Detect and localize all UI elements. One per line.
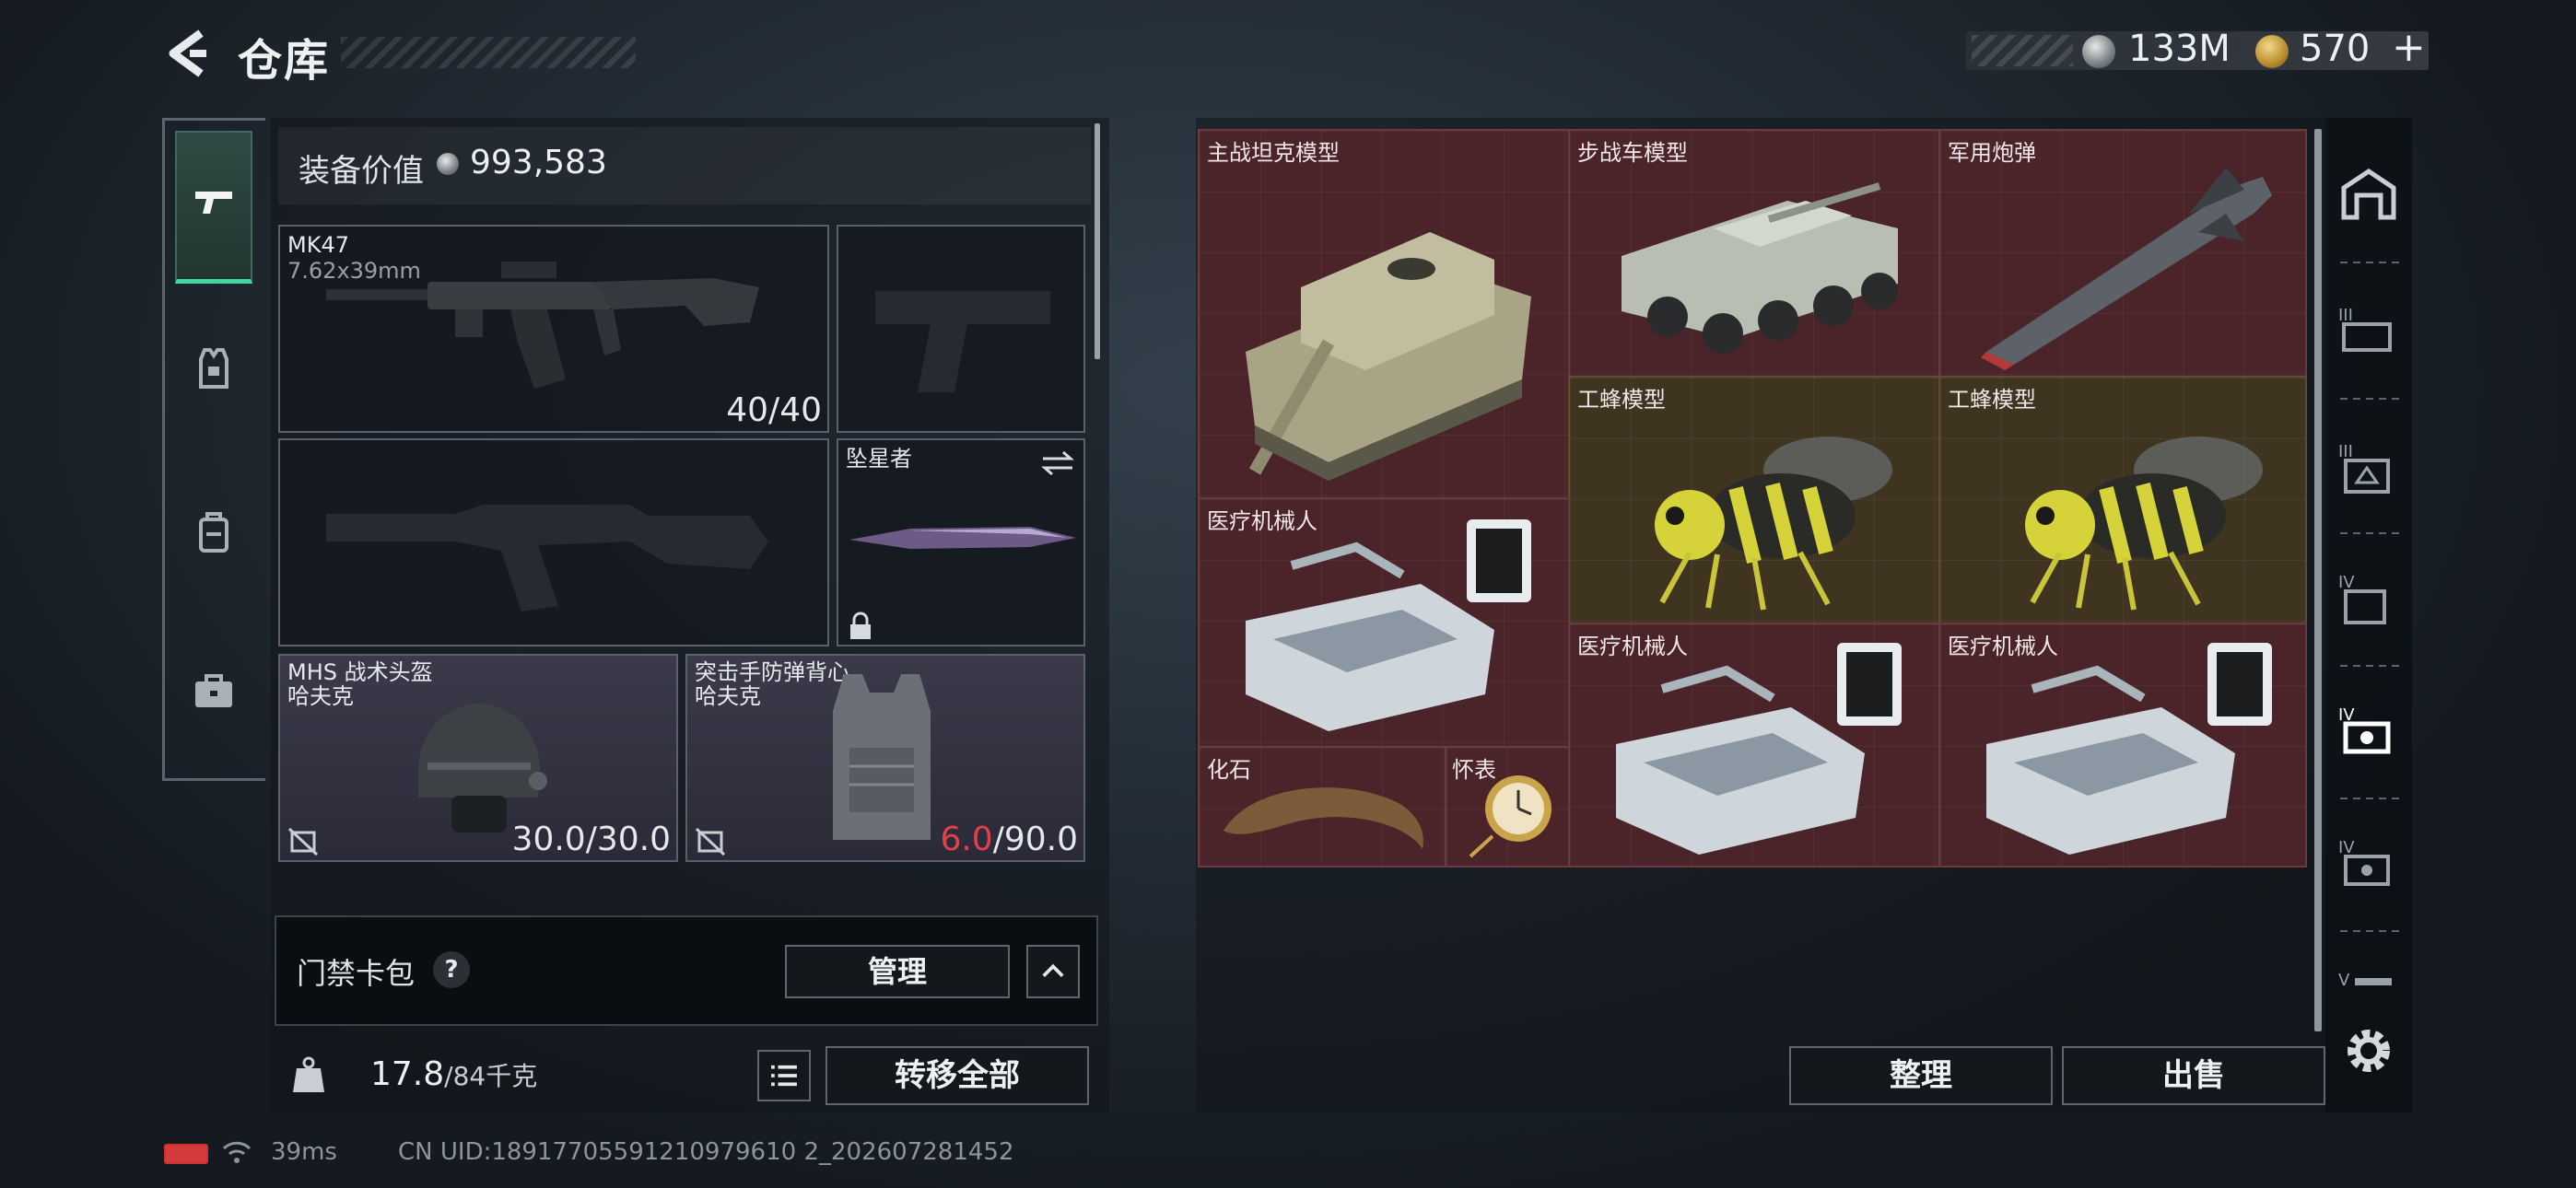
weight-icon	[293, 1056, 324, 1092]
item-label: 主战坦克模型	[1207, 140, 1340, 166]
sell-button[interactable]: 出售	[2062, 1046, 2325, 1105]
currency-decoration	[1972, 35, 2073, 66]
medical-robot-icon	[1246, 519, 1531, 731]
stash-item-bee-2[interactable]: 工蜂模型	[1938, 376, 2307, 624]
tab-separator	[2340, 930, 2403, 932]
svg-text:III: III	[2338, 306, 2353, 325]
bee-model-icon	[2025, 437, 2263, 611]
melee-name: 坠星者	[846, 446, 912, 472]
silver-amount: 133M	[2128, 28, 2231, 70]
svg-text:IV: IV	[2338, 573, 2355, 592]
stash-item-bee-1[interactable]: 工蜂模型	[1568, 376, 1940, 624]
add-currency-button[interactable]: +	[2392, 24, 2426, 71]
title-decoration	[341, 37, 636, 68]
gold-amount[interactable]: 570	[2300, 28, 2370, 70]
loadout-scrollbar[interactable]	[1095, 123, 1100, 359]
stash-item-ifv[interactable]: 步战车模型	[1568, 129, 1940, 378]
swap-icon[interactable]	[1039, 449, 1076, 477]
primary-weapon-slot[interactable]: MK47 7.62x39mm 40/40	[278, 225, 829, 433]
settings-gear-icon[interactable]	[2336, 1019, 2401, 1083]
card-bag-label: 门禁卡包	[297, 956, 416, 991]
medical-robot-icon	[1986, 643, 2272, 855]
melee-slot[interactable]: 坠星者	[837, 438, 1085, 646]
stash-item-shell[interactable]: 军用炮弹	[1938, 129, 2307, 378]
vest-durability-current: 6.0	[940, 821, 993, 858]
vest-icon[interactable]	[190, 344, 238, 392]
svg-text:III: III	[2338, 442, 2353, 461]
tab-separator	[2340, 798, 2403, 799]
stash-scrollbar[interactable]	[2314, 129, 2322, 1031]
gold-coin-icon	[2255, 35, 2289, 68]
pistol-silhouette-icon	[875, 291, 1050, 392]
page-title: 仓库	[238, 35, 331, 87]
list-icon[interactable]	[757, 1050, 811, 1101]
vest-armor-icon	[833, 674, 931, 840]
backpack-icon[interactable]	[190, 508, 238, 556]
sidearm-slot[interactable]	[837, 225, 1085, 433]
helmet-brand: 哈夫克	[287, 683, 354, 709]
stash-item-medical-robot-3[interactable]: 医疗机械人	[1938, 623, 2307, 868]
stash-tab-iii-1[interactable]: III	[2336, 300, 2401, 365]
transfer-all-button[interactable]: 转移全部	[825, 1046, 1089, 1105]
carry-weight-current: 17.8	[370, 1055, 445, 1093]
tab-separator	[2340, 262, 2403, 263]
carry-weight: 17.8/84千克	[370, 1055, 537, 1093]
stash-home-icon[interactable]	[2336, 162, 2401, 227]
battery-icon	[164, 1144, 208, 1164]
vest-durability-max: /90.0	[992, 821, 1078, 858]
pistol-icon	[195, 192, 232, 214]
coin-icon	[437, 153, 459, 175]
silver-coin-icon	[2082, 35, 2115, 68]
bee-model-icon	[1655, 437, 1892, 611]
stash-item-pocket-watch[interactable]: 怀表	[1445, 746, 1570, 868]
tab-separator	[2340, 532, 2403, 534]
stash-item-medical-robot-1[interactable]: 医疗机械人	[1198, 497, 1570, 748]
stash-tab-iii-2[interactable]: III	[2336, 437, 2401, 501]
svg-text:IV: IV	[2338, 838, 2355, 857]
helmet-slot[interactable]: MHS 战术头盔 哈夫克 30.0/30.0	[278, 654, 678, 862]
knife-icon	[849, 527, 1076, 549]
manage-button[interactable]: 管理	[785, 945, 1010, 998]
svg-text:V: V	[2338, 971, 2350, 990]
vest-brand: 哈夫克	[695, 683, 761, 709]
help-button[interactable]: ?	[433, 951, 470, 988]
sort-button[interactable]: 整理	[1789, 1046, 2053, 1105]
ifv-model-icon	[1622, 182, 1898, 354]
equipment-value: 993,583	[470, 144, 607, 181]
lock-icon	[850, 611, 871, 639]
toolbox-icon[interactable]	[190, 667, 238, 715]
stash-tab-iv-3[interactable]: IV	[2336, 833, 2401, 897]
stash-tab-iv-1[interactable]: IV	[2336, 567, 2401, 632]
fossil-claw-icon	[1224, 787, 1423, 849]
vest-slot[interactable]: 突击手防弹背心 哈夫克 6.0/90.0	[685, 654, 1085, 862]
back-arrow-icon[interactable]	[164, 28, 210, 79]
pocket-watch-icon	[1469, 775, 1551, 858]
carry-weight-max: /84千克	[444, 1061, 538, 1091]
equipment-value-label: 装备价值	[299, 153, 424, 190]
stash-item-tank[interactable]: 主战坦克模型	[1198, 129, 1570, 499]
no-insure-icon	[287, 827, 319, 856]
stash-item-medical-robot-2[interactable]: 医疗机械人	[1568, 623, 1940, 868]
no-insure-icon	[695, 827, 726, 856]
tab-separator	[2340, 398, 2403, 400]
tank-model-icon	[1246, 232, 1531, 481]
ping-value: 39ms	[271, 1138, 337, 1166]
helmet-durability: 30.0/30.0	[511, 821, 671, 858]
tab-separator	[2340, 665, 2403, 667]
user-id: CN UID:18917705591210979610 2_2026072814…	[398, 1138, 1014, 1166]
stash-tab-v[interactable]: V	[2336, 958, 2401, 1022]
rifle-icon	[326, 262, 759, 389]
vest-durability: 6.0/90.0	[940, 821, 1078, 858]
secondary-weapon-slot[interactable]	[278, 438, 829, 646]
helmet-icon	[418, 704, 547, 833]
rifle-silhouette-icon	[326, 505, 768, 611]
artillery-shell-icon	[1981, 168, 2272, 370]
stash-tab-iv-2-active[interactable]: IV	[2336, 700, 2401, 764]
medical-robot-icon	[1616, 643, 1902, 855]
chevron-up-icon[interactable]	[1026, 945, 1080, 998]
weapon-ammo: 40/40	[726, 391, 822, 429]
wifi-icon	[222, 1141, 252, 1163]
stash-item-fossil[interactable]: 化石	[1198, 746, 1446, 868]
